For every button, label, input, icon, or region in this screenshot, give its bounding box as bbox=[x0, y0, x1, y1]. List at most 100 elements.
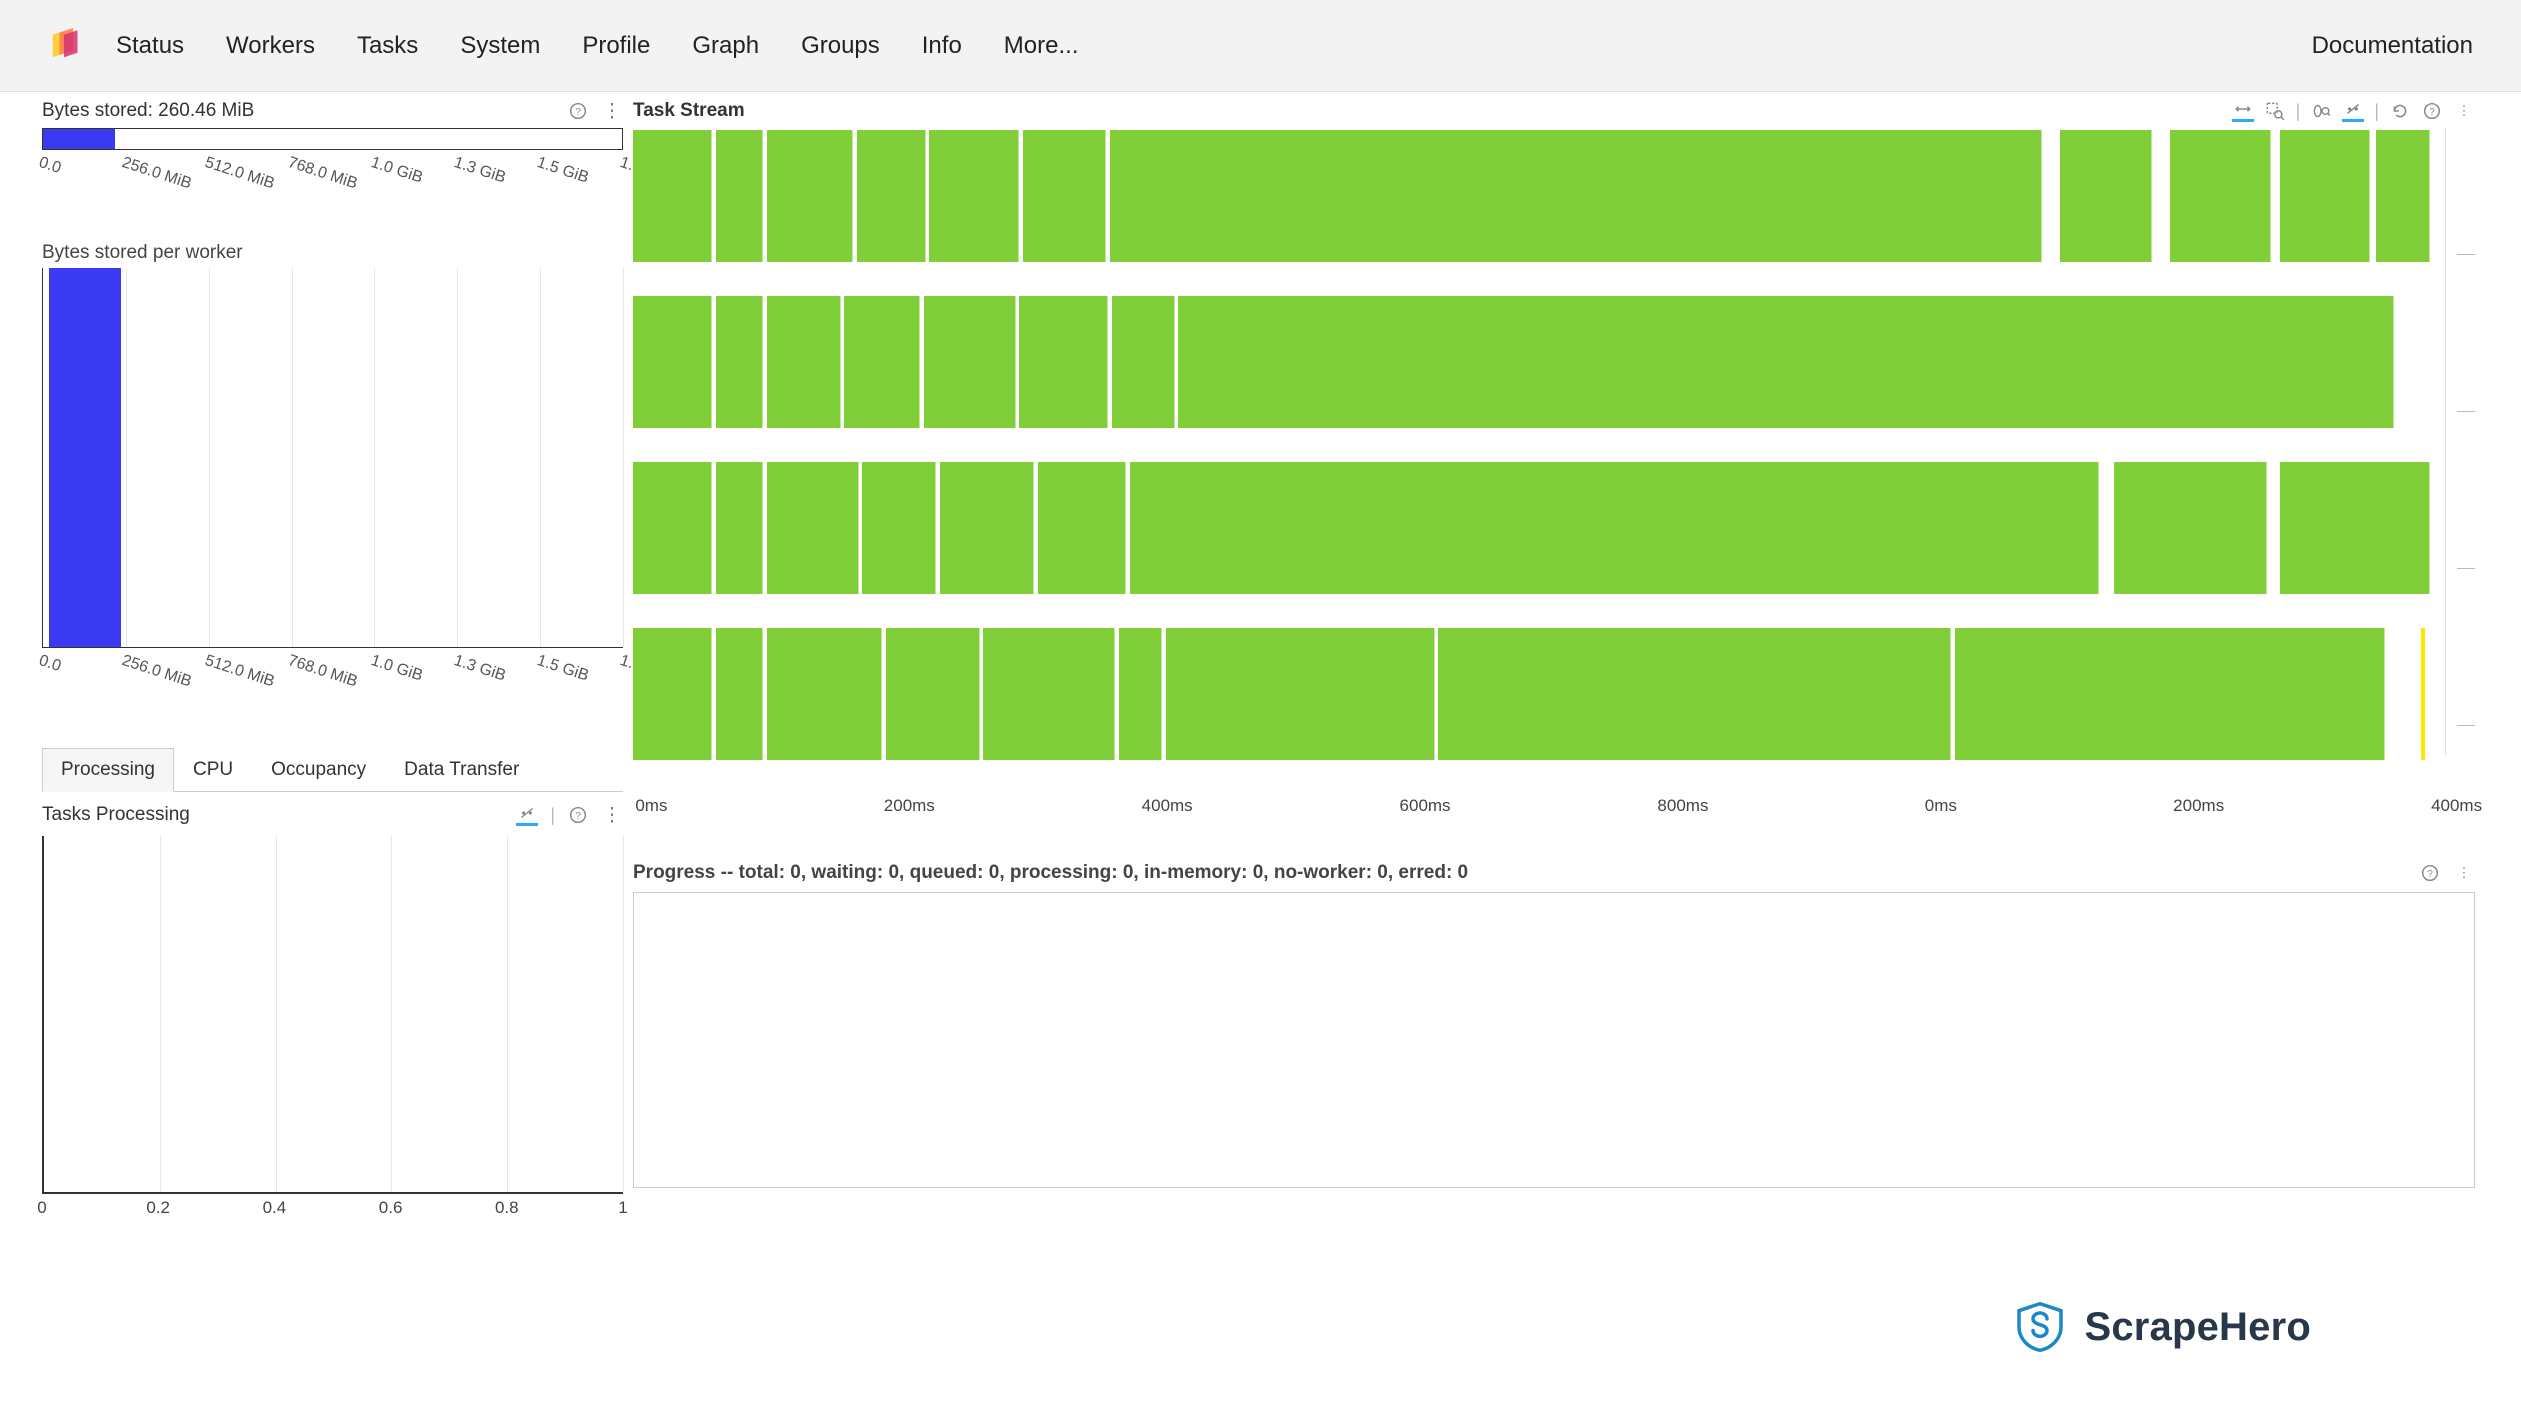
axis-tick: 1.0 GiB bbox=[368, 652, 424, 686]
nav-status[interactable]: Status bbox=[116, 32, 184, 60]
nav-items: Status Workers Tasks System Profile Grap… bbox=[116, 32, 2312, 60]
task-segment[interactable] bbox=[862, 462, 936, 594]
more-icon[interactable]: ⋮ bbox=[601, 100, 623, 122]
nav-workers[interactable]: Workers bbox=[226, 32, 315, 60]
axis-tick: 200ms bbox=[884, 796, 935, 816]
more-icon[interactable]: ⋮ bbox=[601, 804, 623, 826]
task-segment[interactable] bbox=[716, 130, 763, 262]
task-segment[interactable] bbox=[2170, 130, 2271, 262]
task-segment[interactable] bbox=[633, 462, 712, 594]
dask-logo-icon bbox=[46, 28, 82, 64]
gridline bbox=[457, 268, 458, 647]
task-segment[interactable] bbox=[844, 296, 920, 428]
axis-tick: 1.5 GiB bbox=[534, 652, 590, 686]
bytes-stored-chart[interactable] bbox=[42, 128, 623, 150]
tasks-processing-chart[interactable] bbox=[42, 836, 623, 1194]
task-segment[interactable] bbox=[633, 628, 712, 760]
task-segment[interactable] bbox=[633, 130, 712, 262]
hover-icon[interactable] bbox=[2342, 100, 2364, 122]
nav-tasks[interactable]: Tasks bbox=[357, 32, 418, 60]
task-segment[interactable] bbox=[716, 462, 763, 594]
nav-more[interactable]: More... bbox=[1004, 32, 1079, 60]
axis-tick: 0ms bbox=[635, 796, 667, 816]
more-icon[interactable]: ⋮ bbox=[2453, 100, 2475, 122]
nav-documentation[interactable]: Documentation bbox=[2312, 32, 2473, 60]
task-segment[interactable] bbox=[1178, 296, 2393, 428]
task-segment[interactable] bbox=[1019, 296, 1107, 428]
task-segment[interactable] bbox=[767, 462, 859, 594]
nav-system[interactable]: System bbox=[460, 32, 540, 60]
box-zoom-icon[interactable] bbox=[2264, 100, 2286, 122]
axis-tick: 768.0 MiB bbox=[285, 154, 359, 193]
task-segment[interactable] bbox=[1119, 628, 1162, 760]
help-icon[interactable]: ? bbox=[2421, 100, 2443, 122]
progress-title: Progress -- total: 0, waiting: 0, queued… bbox=[633, 862, 1468, 884]
axis-tick: 0.0 bbox=[36, 652, 63, 676]
task-segment[interactable] bbox=[1955, 628, 2385, 760]
task-segment[interactable] bbox=[716, 628, 763, 760]
nav-groups[interactable]: Groups bbox=[801, 32, 880, 60]
nav-graph[interactable]: Graph bbox=[692, 32, 759, 60]
svg-text:?: ? bbox=[2429, 107, 2435, 118]
bytes-stored-xaxis: 0.0256.0 MiB512.0 MiB768.0 MiB1.0 GiB1.3… bbox=[42, 150, 623, 202]
progress-chart[interactable] bbox=[633, 892, 2475, 1188]
reset-icon[interactable] bbox=[2389, 100, 2411, 122]
task-segment[interactable] bbox=[767, 628, 883, 760]
pan-icon[interactable] bbox=[2232, 100, 2254, 122]
axis-tick: 0.2 bbox=[146, 1198, 170, 1218]
task-segment[interactable] bbox=[767, 130, 854, 262]
task-segment[interactable] bbox=[1438, 628, 1951, 760]
task-segment[interactable] bbox=[767, 296, 841, 428]
tab-cpu[interactable]: CPU bbox=[174, 748, 252, 791]
stream-y-rail bbox=[2445, 128, 2475, 756]
gridline bbox=[276, 836, 277, 1192]
help-icon[interactable]: ? bbox=[567, 100, 589, 122]
tasks-processing-header: Tasks Processing | ? ⋮ bbox=[42, 804, 633, 826]
task-segment[interactable] bbox=[1112, 296, 1175, 428]
gridline bbox=[391, 836, 392, 1192]
task-segment[interactable] bbox=[2280, 462, 2430, 594]
axis-tick: 0.4 bbox=[263, 1198, 287, 1218]
axis-tick: 0ms bbox=[1925, 796, 1957, 816]
task-segment[interactable] bbox=[2376, 130, 2430, 262]
task-segment[interactable] bbox=[1038, 462, 1126, 594]
task-stream-xaxis: 0ms200ms400ms600ms800ms0ms200ms400ms bbox=[633, 796, 2475, 824]
gridline bbox=[292, 268, 293, 647]
task-segment[interactable] bbox=[1166, 628, 1435, 760]
gridline bbox=[507, 836, 508, 1192]
task-segment[interactable] bbox=[1130, 462, 2100, 594]
hover-tool-icon[interactable] bbox=[516, 804, 538, 826]
axis-tick: 1.3 GiB bbox=[451, 652, 507, 686]
bytes-stored-header: Bytes stored: 260.46 MiB ? ⋮ bbox=[42, 100, 633, 122]
tab-data-transfer[interactable]: Data Transfer bbox=[385, 748, 538, 791]
task-segment[interactable] bbox=[716, 296, 763, 428]
nav-profile[interactable]: Profile bbox=[582, 32, 650, 60]
nav-info[interactable]: Info bbox=[922, 32, 962, 60]
task-stream-chart[interactable] bbox=[633, 128, 2475, 792]
gridline bbox=[374, 268, 375, 647]
task-stream-title: Task Stream bbox=[633, 100, 745, 122]
svg-text:?: ? bbox=[575, 107, 581, 118]
task-segment[interactable] bbox=[983, 628, 1115, 760]
tab-occupancy[interactable]: Occupancy bbox=[252, 748, 385, 791]
task-segment[interactable] bbox=[1023, 130, 1106, 262]
task-segment[interactable] bbox=[857, 130, 926, 262]
bytes-per-worker-chart[interactable] bbox=[42, 268, 623, 648]
task-segment[interactable] bbox=[940, 462, 1034, 594]
toolbar-sep: | bbox=[2296, 101, 2301, 122]
task-segment[interactable] bbox=[633, 296, 712, 428]
help-icon[interactable]: ? bbox=[2419, 862, 2441, 884]
toolbar-sep: | bbox=[2374, 101, 2379, 122]
task-segment[interactable] bbox=[929, 130, 1019, 262]
task-segment[interactable] bbox=[2114, 462, 2268, 594]
axis-tick: 0 bbox=[37, 1198, 46, 1218]
task-segment[interactable] bbox=[924, 296, 1016, 428]
tab-processing[interactable]: Processing bbox=[42, 748, 174, 792]
task-segment[interactable] bbox=[2060, 130, 2152, 262]
task-segment[interactable] bbox=[2280, 130, 2370, 262]
task-segment[interactable] bbox=[886, 628, 980, 760]
task-segment[interactable] bbox=[1110, 130, 2042, 262]
wheel-zoom-icon[interactable] bbox=[2310, 100, 2332, 122]
help-icon[interactable]: ? bbox=[567, 804, 589, 826]
more-icon[interactable]: ⋮ bbox=[2453, 862, 2475, 884]
